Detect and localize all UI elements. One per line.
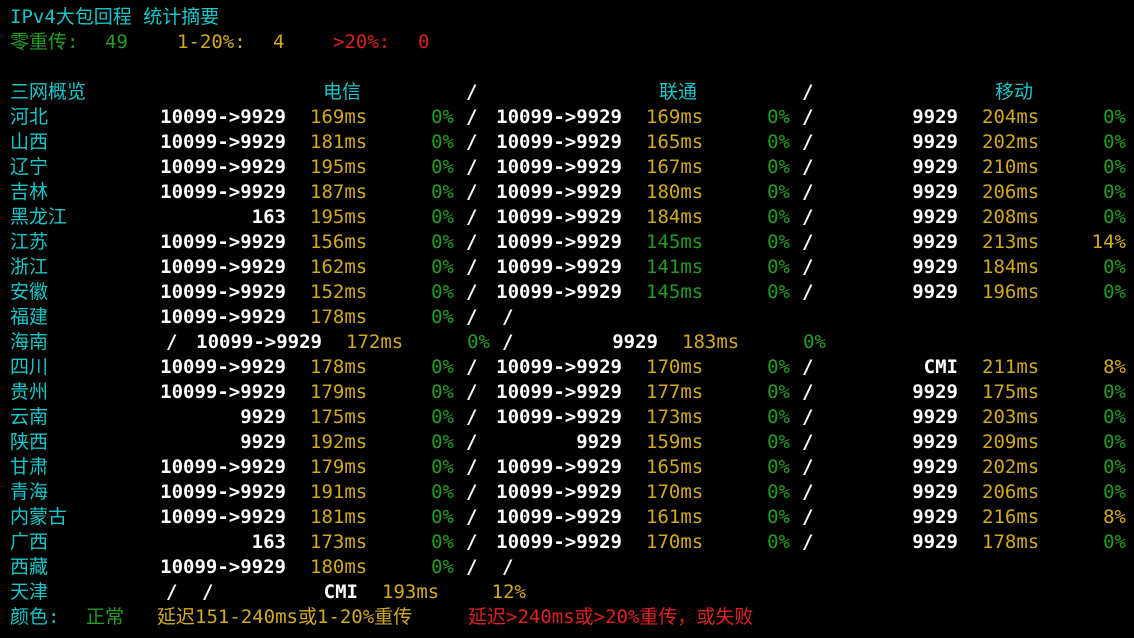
province-name: 西藏 [10,556,49,578]
table-row: 甘肃 10099->9929 179ms 0%/10099->9929 165ms 0% /… [0,455,1134,480]
zero-retrans-value: 49 [105,31,128,53]
column-separator: / [466,306,478,328]
province-name: 安徽 [10,281,49,303]
legend-normal: 正常 [86,606,125,628]
table-row: 贵州 10099->9929 179ms 0%/10099->9929 177ms 0% /… [0,380,1134,405]
table-row: 青海 10099->9929 191ms 0%/10099->9929 170ms 0% /… [0,480,1134,505]
high-retrans-value: 0 [418,31,430,53]
table-row: 浙江 10099->9929 162ms 0%/10099->9929 141ms 0% /… [0,255,1134,280]
title-line: IPv4大包回程 统计摘要 [0,5,1134,30]
table-row: 江苏 10099->9929 156ms 0%/10099->9929 145ms 0% /… [0,230,1134,255]
table-row: 辽宁 10099->9929 195ms 0%/10099->9929 167ms 0% /… [0,155,1134,180]
province-name: 内蒙古 [10,506,68,528]
mobile-loss: 0% [1103,456,1126,478]
column-separator: / [502,556,514,578]
table-row: 西藏 10099->9929 180ms 0% / / [0,555,1134,580]
mobile-loss: 12% [491,581,526,603]
page-title: IPv4大包回程 统计摘要 [10,6,220,28]
mobile-loss: 0% [1103,206,1126,228]
mid-retrans-label: 1-20%: [177,31,258,53]
mobile-loss: 0% [1103,106,1126,128]
legend-label: 颜色: [10,606,71,628]
mobile-loss: 0% [1103,181,1126,203]
province-name: 陕西 [10,431,49,453]
province-name: 浙江 [10,256,49,278]
mobile-heading: 移动 [995,81,1034,103]
summary-line: 零重传: 49 1-20%: 4 >20%: 0 [0,30,1134,55]
column-separator: / [502,306,514,328]
legend-bad: 延迟>240ms或>20%重传，或失败 [468,606,754,628]
province-name: 山西 [10,131,49,153]
table-row: 福建 10099->9929 178ms 0% / / [0,305,1134,330]
province-name: 云南 [10,406,49,428]
legend-line: 颜色: 正常 延迟151-240ms或1-20%重传 延迟>240ms或>20%… [0,605,1134,630]
zero-retrans-label: 零重传: [10,31,90,53]
mobile-loss: 0% [1103,131,1126,153]
table-row: 陕西 9929 192ms 0%/9929 159ms 0%/9929 209ms 0% [0,430,1134,455]
table-row: 四川 10099->9929 178ms 0%/10099->9929 170ms 0% /… [0,355,1134,380]
province-name: 河北 [10,106,49,128]
province-name: 青海 [10,481,49,503]
telecom-loss: 0% [431,306,454,328]
province-name: 海南 [10,331,49,353]
column-separator: / [466,556,478,578]
mobile-loss: 8% [1103,506,1126,528]
mobile-loss: 0% [1103,406,1126,428]
high-retrans-label: >20%: [333,31,402,53]
table-row: 吉林 10099->9929 187ms 0%/10099->9929 180ms 0% /… [0,180,1134,205]
table-row: 云南 9929 175ms 0%/10099->9929 173ms 0%/9929 203… [0,405,1134,430]
province-name: 辽宁 [10,156,49,178]
mobile-loss: 0% [1103,531,1126,553]
mobile-loss: 0% [1103,281,1126,303]
mobile-loss: 14% [1091,231,1126,253]
table-row: 广西 163 173ms 0%/10099->9929 170ms 0%/9929 178m… [0,530,1134,555]
table-row: 安徽 10099->9929 152ms 0%/10099->9929 145ms 0% /… [0,280,1134,305]
legend-warn: 延迟151-240ms或1-20%重传 [157,606,413,628]
province-name: 广西 [10,531,49,553]
mobile-loss: 0% [1103,256,1126,278]
header-separator: / [802,81,814,103]
table-row: 黑龙江 163 195ms 0%/10099->9929 184ms 0%/9929 208… [0,205,1134,230]
table-row: 天津 / / CMI 193ms 12% [0,580,1134,605]
overview-heading: 三网概览 [10,81,87,103]
mobile-loss: 0% [1103,381,1126,403]
telecom-heading: 电信 [323,81,362,103]
unicom-heading: 联通 [659,81,698,103]
mobile-loss: 8% [1103,356,1126,378]
province-name: 甘肃 [10,456,49,478]
province-name: 四川 [10,356,49,378]
table-row: 河北 10099->9929 169ms 0%/10099->9929 169ms 0% /… [0,105,1134,130]
terminal-window: { "title": "IPv4大包回程 统计摘要", "summary": {… [0,0,1134,638]
mobile-loss: 0% [1103,481,1126,503]
province-name: 贵州 [10,381,49,403]
mobile-loss: 0% [803,331,826,353]
table-row: 山西 10099->9929 181ms 0%/10099->9929 165ms 0% /… [0,130,1134,155]
province-name: 黑龙江 [10,206,68,228]
mobile-loss: 0% [1103,156,1126,178]
province-name: 江苏 [10,231,49,253]
table-row: 海南/10099->9929 172ms 0%/9929 183ms 0% [0,330,1134,355]
table-row: 内蒙古 10099->9929 181ms 0%/10099->9929 161ms 0%… [0,505,1134,530]
telecom-loss: 0% [431,556,454,578]
mid-retrans-value: 4 [273,31,285,53]
province-name: 吉林 [10,181,49,203]
header-separator: / [466,81,478,103]
province-name: 天津 [10,581,49,603]
table-header: 三网概览 电信 / 联通 / 移动 [0,80,1134,105]
mobile-loss: 0% [1103,431,1126,453]
province-name: 福建 [10,306,49,328]
